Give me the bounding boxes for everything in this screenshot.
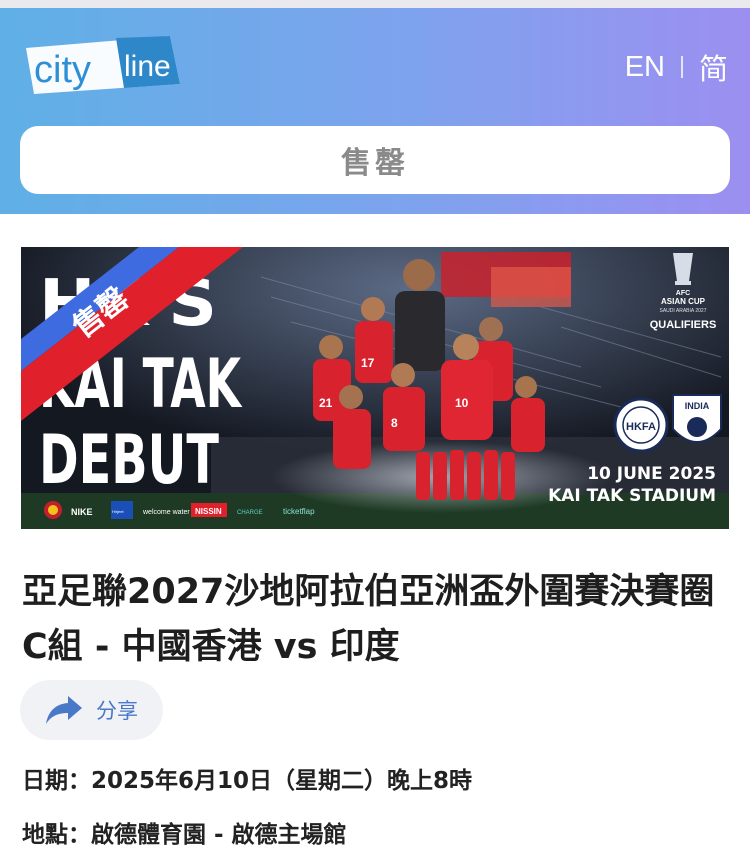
language-switcher: EN 简 bbox=[625, 46, 728, 88]
event-date-key: 日期： bbox=[22, 768, 91, 794]
player-number-21: 21 bbox=[319, 396, 333, 410]
cup-text-saudi: SAUDI ARABIA 2027 bbox=[660, 308, 707, 314]
sponsor-ticketflap: ticketflap bbox=[283, 507, 315, 516]
player-number-10: 10 bbox=[455, 396, 469, 410]
event-title: 亞足聯2027沙地阿拉伯亞洲盃外圍賽決賽圈 C組 - 中國香港 vs 印度 bbox=[22, 572, 715, 667]
cup-text-qualifiers: QUALIFIERS bbox=[650, 319, 717, 331]
sponsor-nike: NIKE bbox=[71, 507, 93, 517]
sponsor-charge: CHARGE bbox=[237, 510, 263, 516]
india-crest-text: INDIA bbox=[685, 401, 710, 411]
sponsor-welcome-water: welcome water bbox=[142, 509, 190, 516]
share-button[interactable]: 分享 bbox=[20, 680, 163, 740]
logo-text-city: city bbox=[34, 49, 91, 91]
top-strip bbox=[0, 0, 750, 8]
player-number-8: 8 bbox=[391, 416, 398, 430]
share-label: 分享 bbox=[96, 699, 138, 723]
player-number-17: 17 bbox=[361, 356, 375, 370]
lang-sc-link[interactable]: 简 bbox=[699, 46, 728, 88]
event-date-row: 日期：2025年6月10日（星期二）晚上8時 bbox=[22, 761, 472, 795]
logo-text-line: line bbox=[124, 50, 171, 83]
banner-date: 10 JUNE 2025 bbox=[587, 464, 716, 484]
event-venue-value: 啟德體育園 - 啟德主場館 bbox=[91, 822, 347, 848]
banner-headline-line3: DEBUT bbox=[39, 421, 219, 500]
site-header: city line EN 简 售罄 bbox=[0, 8, 750, 214]
cityline-logo[interactable]: city line bbox=[20, 30, 182, 98]
banner-venue: KAI TAK STADIUM bbox=[548, 486, 716, 506]
lang-divider bbox=[680, 56, 683, 78]
hkfa-crest-text: HKFA bbox=[626, 421, 656, 433]
sponsor-hirjeet: Hirjeet bbox=[112, 509, 124, 514]
event-date-value: 2025年6月10日（星期二）晚上8時 bbox=[91, 768, 473, 794]
event-venue-key: 地點： bbox=[22, 822, 91, 848]
event-banner[interactable]: 17 21 10 8 HK'S KAI TAK DEBUT 售罄 AFC ASI… bbox=[21, 247, 729, 529]
event-venue-row: 地點：啟德體育園 - 啟德主場館 bbox=[22, 815, 347, 849]
sold-out-status-button[interactable]: 售罄 bbox=[20, 126, 730, 194]
lang-en-link[interactable]: EN bbox=[625, 51, 665, 84]
sponsor-strip bbox=[44, 501, 62, 519]
cup-text-asian-cup: ASIAN CUP bbox=[661, 297, 706, 306]
sponsor-nissin: NISSIN bbox=[195, 507, 222, 516]
share-arrow-icon bbox=[46, 696, 82, 724]
cup-text-afc: AFC bbox=[676, 290, 690, 297]
